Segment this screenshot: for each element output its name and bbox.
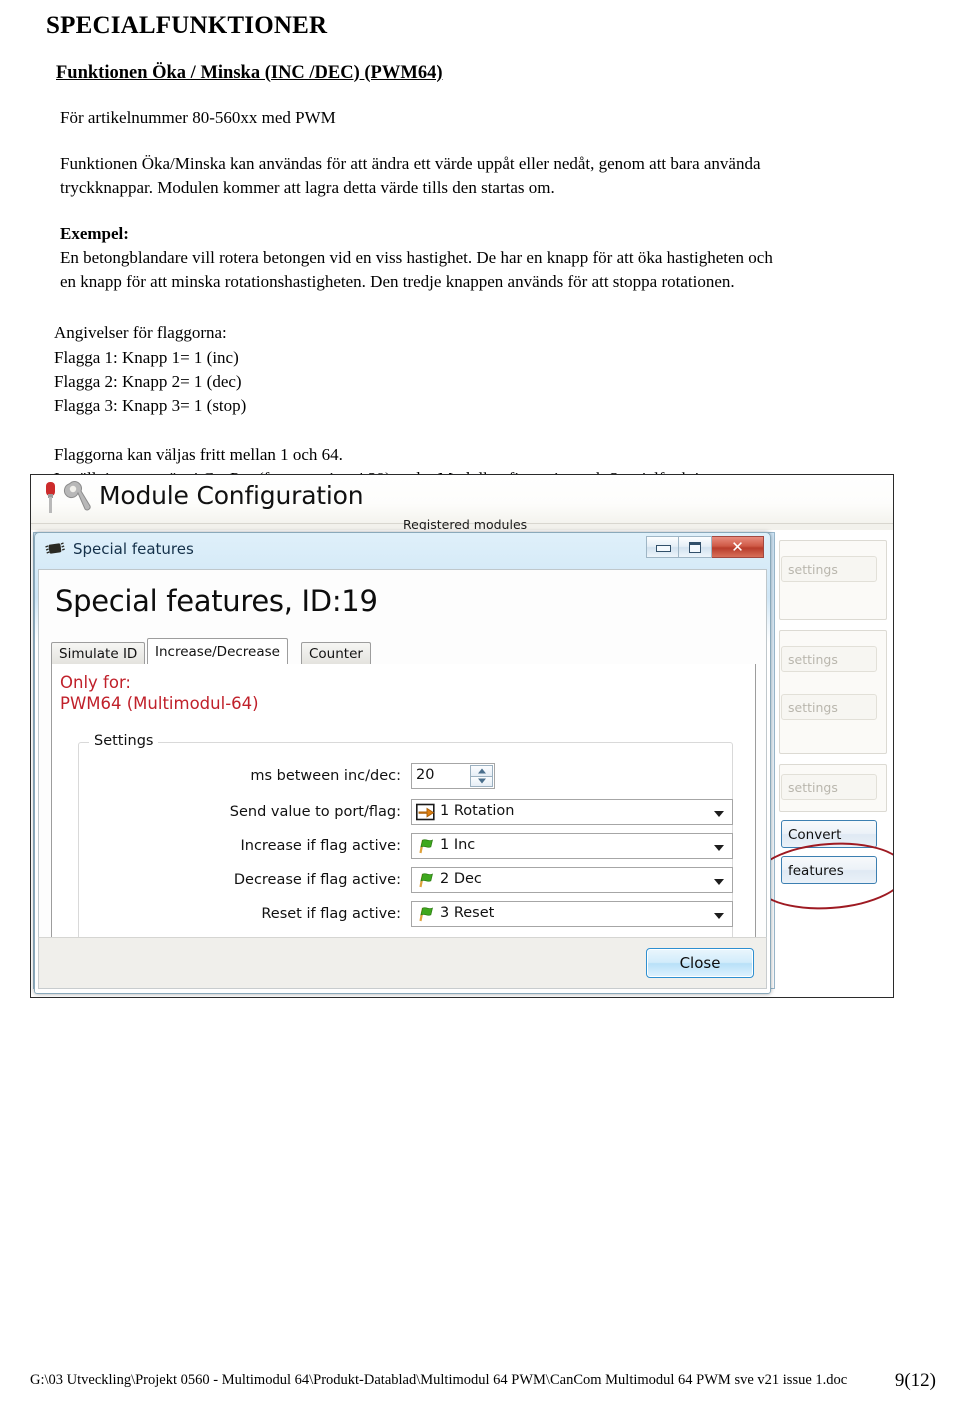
tail-line-1: Flaggorna kan väljas fritt mellan 1 och …	[54, 444, 343, 464]
chevron-down-icon[interactable]	[714, 913, 724, 919]
minimize-icon[interactable]	[646, 536, 679, 558]
footer-file-path: G:\03 Utveckling\Projekt 0560 - Multimod…	[30, 1372, 848, 1388]
module-configuration-title: Module Configuration	[99, 481, 364, 510]
close-button[interactable]: Close	[646, 948, 754, 978]
tab-simulate-id[interactable]: Simulate ID	[51, 642, 146, 665]
spinner-up-icon[interactable]	[470, 765, 493, 777]
only-for-line-1: Only for:	[60, 673, 131, 692]
send-value-text: 1 Rotation	[440, 803, 515, 819]
example-line-1: En betongblandare vill rotera betongen v…	[60, 248, 773, 268]
document-body: SPECIALFUNKTIONER Funktionen Öka / Minsk…	[46, 0, 916, 491]
reset-flag-combobox[interactable]: 3 Reset	[411, 901, 733, 927]
page-title: SPECIALFUNKTIONER	[46, 12, 328, 39]
tab-counter[interactable]: Counter	[301, 642, 371, 665]
label-send-value: Send value to port/flag:	[229, 804, 401, 820]
chevron-down-icon[interactable]	[714, 811, 724, 817]
screwdriver-wrench-icon	[39, 479, 91, 519]
field-row-reset: Reset if flag active: 3 Reset	[79, 901, 734, 931]
special-features-dialog: Special features ✕ Special features, ID:…	[34, 532, 771, 994]
ms-between-value: 20	[416, 767, 435, 783]
settings-groupbox: Settings ms between inc/dec: 20 Send val…	[78, 733, 734, 954]
label-reset: Reset if flag active:	[261, 906, 401, 922]
decrease-flag-text: 2 Dec	[440, 871, 482, 887]
settings-groupbox-label: Settings	[89, 733, 159, 749]
only-for-line-2: PWM64 (Multimodul-64)	[60, 694, 259, 714]
intro-line-1: Funktionen Öka/Minska kan användas för a…	[60, 153, 761, 173]
ms-between-spinner[interactable]: 20	[411, 763, 495, 789]
chevron-down-icon[interactable]	[714, 845, 724, 851]
reset-flag-text: 3 Reset	[440, 905, 495, 921]
chip-icon	[45, 540, 65, 558]
label-increase: Increase if flag active:	[240, 838, 401, 854]
flag-1-line: Flagga 1: Knapp 1= 1 (inc)	[54, 347, 239, 367]
settings-button-3[interactable]: settings	[781, 694, 877, 720]
increase-flag-text: 1 Inc	[440, 837, 476, 853]
special-features-titlebar[interactable]: Special features ✕	[35, 533, 770, 567]
green-flag-icon	[416, 871, 436, 889]
label-ms-between: ms between inc/dec:	[250, 768, 401, 784]
special-features-client-area: Special features, ID:19 Simulate ID Incr…	[38, 569, 767, 989]
field-row-ms-between: ms between inc/dec: 20	[79, 763, 734, 793]
dialog-heading: Special features, ID:19	[55, 584, 378, 618]
special-features-title: Special features	[73, 540, 194, 558]
section-subtitle: Funktionen Öka / Minska (INC /DEC) (PWM6…	[56, 62, 443, 83]
module-configuration-side-buttons: settings settings settings settings Conv…	[777, 534, 891, 989]
window-controls: ✕	[646, 536, 764, 560]
spinner-buttons	[470, 765, 493, 787]
maximize-icon[interactable]	[679, 536, 712, 558]
footer-page-number: 9(12)	[894, 1370, 936, 1391]
article-number-line: För artikelnummer 80-560xx med PWM	[60, 106, 870, 130]
dialog-footer: Close	[38, 937, 767, 989]
field-row-increase: Increase if flag active: 1 Inc	[79, 833, 734, 863]
flags-heading: Angivelser för flaggorna:	[54, 323, 227, 343]
increase-flag-combobox[interactable]: 1 Inc	[411, 833, 733, 859]
settings-button-4[interactable]: settings	[781, 774, 877, 800]
tab-increase-decrease[interactable]: Increase/Decrease	[147, 638, 288, 665]
page-footer: G:\03 Utveckling\Projekt 0560 - Multimod…	[0, 1370, 960, 1402]
field-row-send-value: Send value to port/flag: 1 Rotation	[79, 799, 734, 829]
close-icon[interactable]: ✕	[712, 536, 764, 558]
decrease-flag-combobox[interactable]: 2 Dec	[411, 867, 733, 893]
spinner-down-icon[interactable]	[470, 776, 493, 787]
green-flag-icon	[416, 837, 436, 855]
chevron-down-icon[interactable]	[714, 879, 724, 885]
embedded-screenshot: Module Configuration Registered modules …	[30, 474, 894, 998]
settings-button-2[interactable]: settings	[781, 646, 877, 672]
only-for-warning: Only for: PWM64 (Multimodul-64)	[60, 672, 259, 715]
settings-button-1[interactable]: settings	[781, 556, 877, 582]
flag-2-line: Flagga 2: Knapp 2= 1 (dec)	[54, 371, 242, 391]
green-flag-icon	[416, 905, 436, 923]
tab-strip: Simulate ID Increase/Decrease Counter	[51, 638, 756, 666]
article-number-text: För artikelnummer 80-560xx med PWM	[60, 107, 336, 127]
flags-paragraph: Angivelser för flaggorna: Flagga 1: Knap…	[54, 321, 916, 418]
intro-paragraph: Funktionen Öka/Minska kan användas för a…	[60, 152, 870, 200]
close-glyph: ✕	[731, 538, 744, 556]
send-value-combobox[interactable]: 1 Rotation	[411, 799, 733, 825]
intro-line-2: tryckknappar. Modulen kommer att lagra d…	[60, 177, 555, 197]
example-paragraph: Exempel: En betongblandare vill rotera b…	[60, 222, 880, 294]
example-heading: Exempel:	[60, 224, 129, 244]
example-line-2: en knapp för att minska rotationshastigh…	[60, 272, 735, 292]
label-decrease: Decrease if flag active:	[233, 872, 401, 888]
increase-decrease-tab-page: Only for: PWM64 (Multimodul-64) Settings…	[51, 664, 756, 974]
flag-3-line: Flagga 3: Knapp 3= 1 (stop)	[54, 395, 247, 415]
orange-arrow-icon	[416, 803, 436, 821]
field-row-decrease: Decrease if flag active: 2 Dec	[79, 867, 734, 897]
